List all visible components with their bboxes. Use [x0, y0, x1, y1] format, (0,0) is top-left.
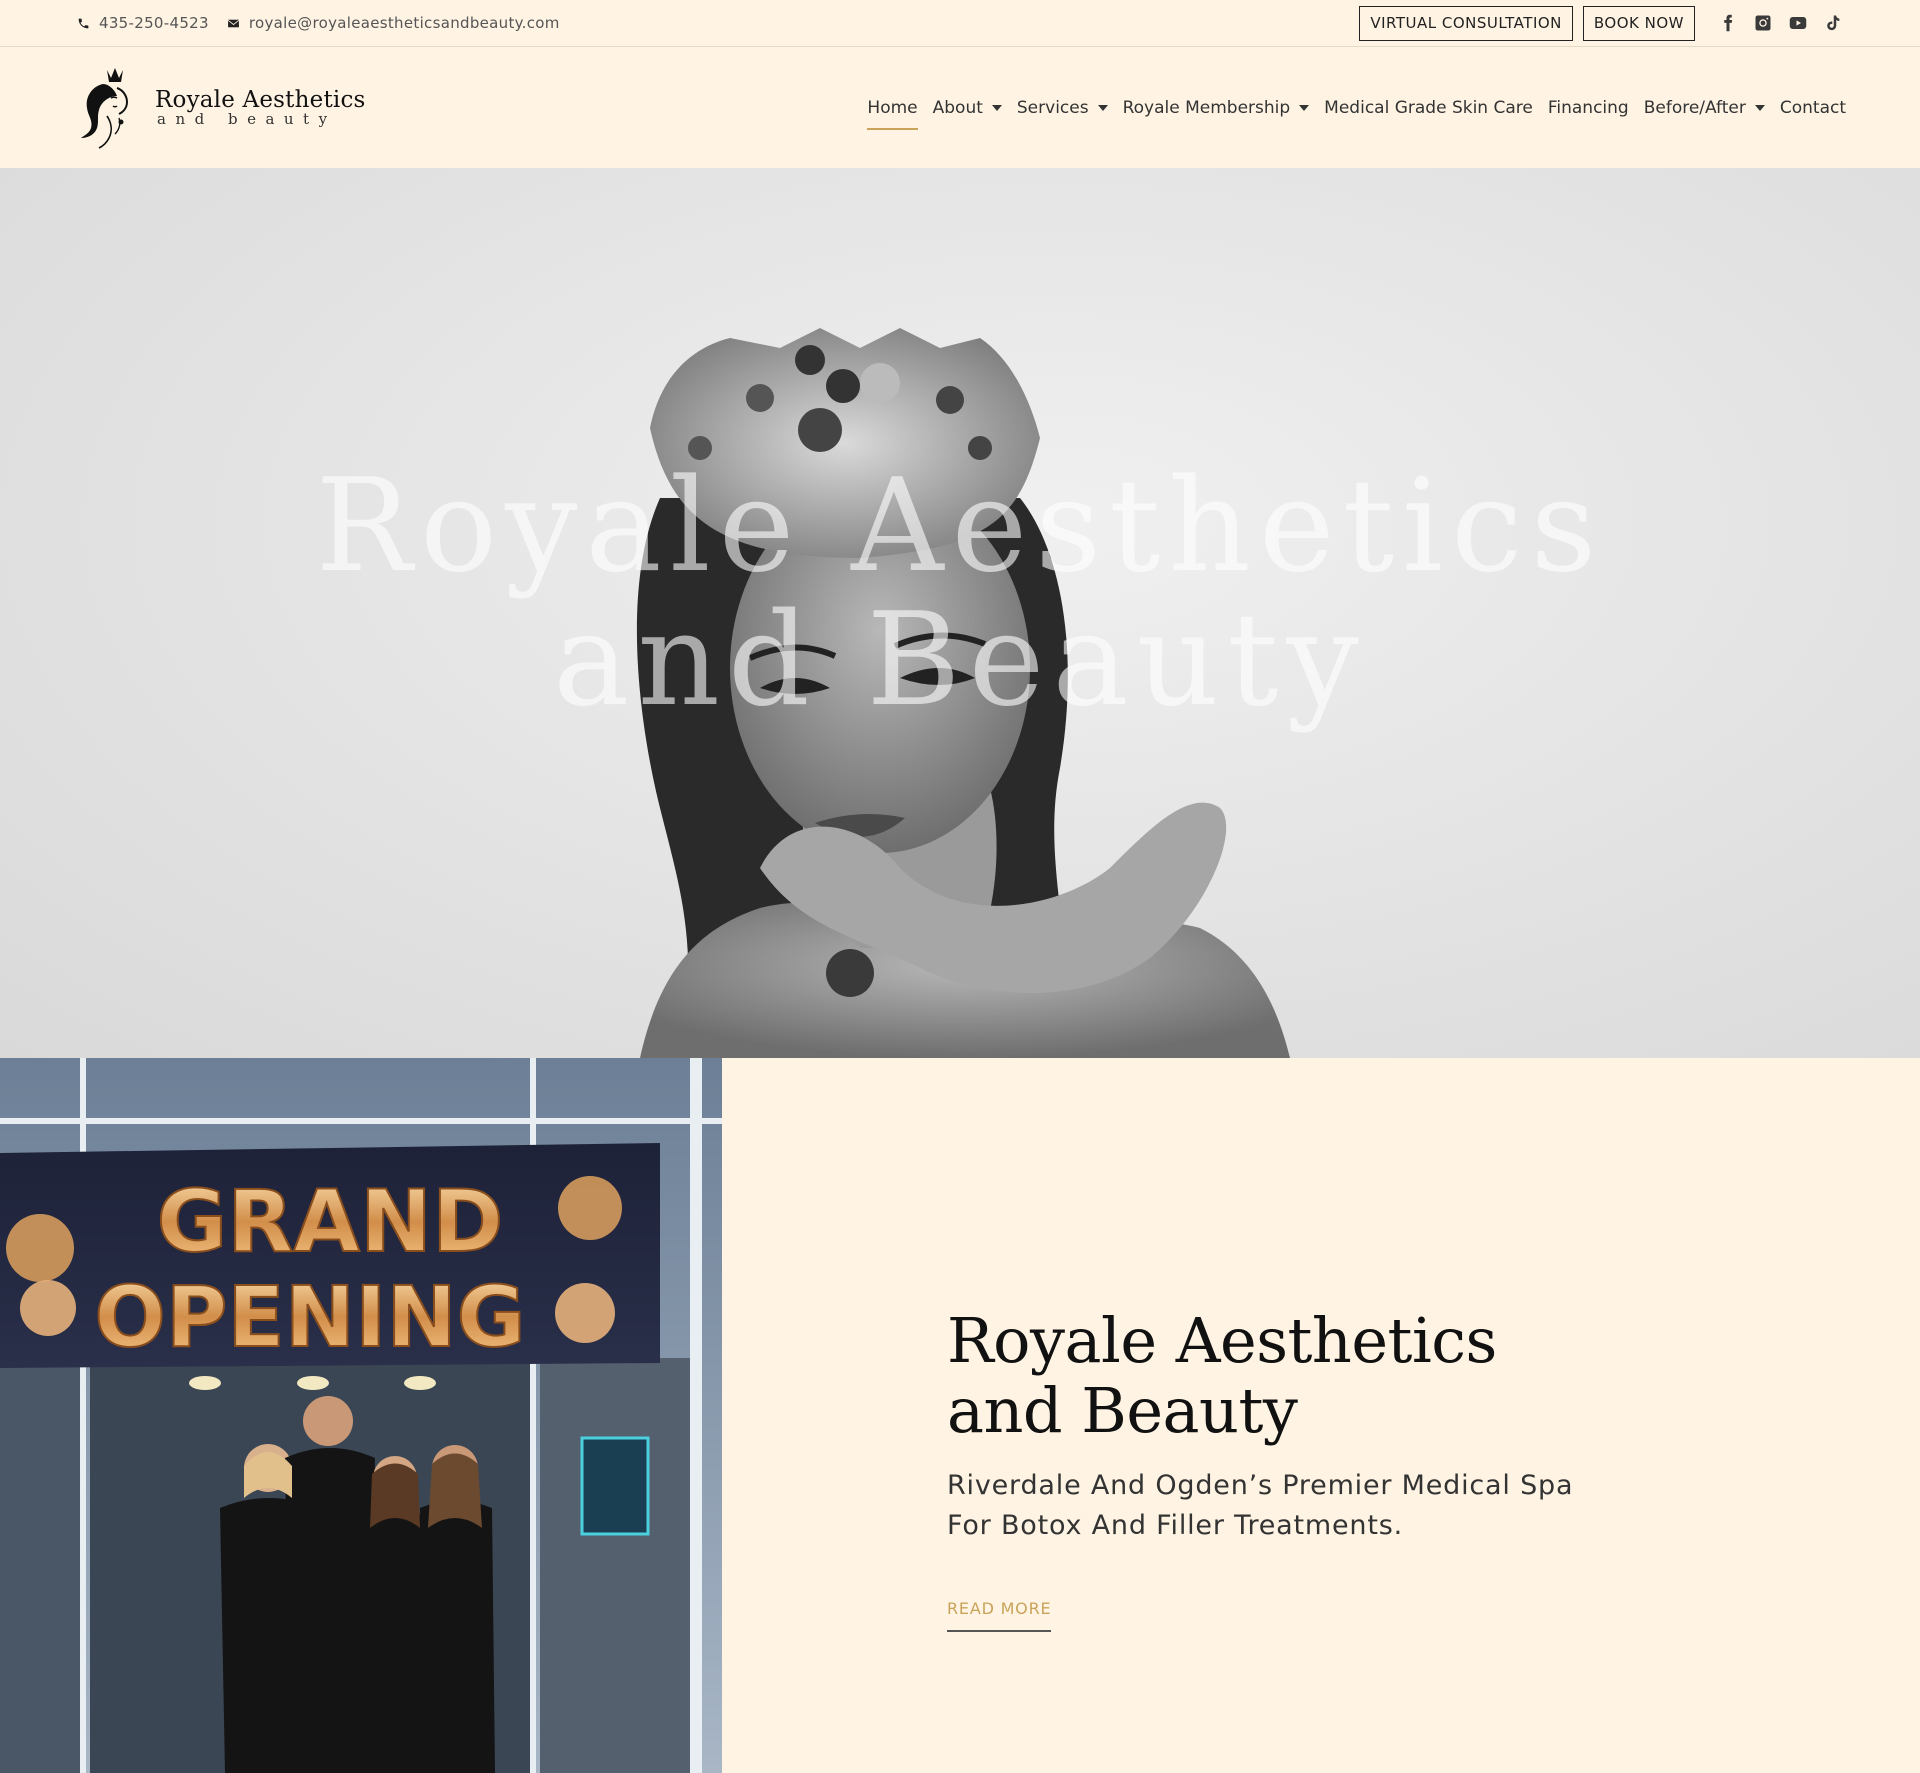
intro-tagline: Riverdale And Ogden’s Premier Medical Sp…: [947, 1470, 1574, 1541]
site-header: Royale Aesthetics and beauty Home About …: [0, 47, 1920, 168]
nav-home[interactable]: Home: [867, 90, 918, 130]
contact-info: 435-250-4523 royale@royaleaestheticsandb…: [77, 14, 560, 32]
intro-text-block: Royale Aesthetics and Beauty Riverdale A…: [947, 1306, 1587, 1632]
hero-title-line1: Royale Aesthetics: [315, 452, 1605, 601]
top-bar-actions: VIRTUAL CONSULTATION BOOK NOW: [1359, 5, 1843, 41]
virtual-consultation-button[interactable]: VIRTUAL CONSULTATION: [1359, 5, 1573, 41]
nav-label: Contact: [1779, 97, 1846, 118]
tiktok-icon[interactable]: [1822, 13, 1843, 34]
nav-contact[interactable]: Contact: [1780, 90, 1846, 126]
nav-label: Before/After: [1643, 97, 1746, 118]
intro-heading-line2: and Beauty: [947, 1374, 1298, 1447]
caret-down-icon: [1097, 104, 1108, 111]
banner-text-line1: GRAND: [157, 1172, 504, 1272]
book-now-button[interactable]: BOOK NOW: [1582, 5, 1695, 41]
banner-text-line2: OPENING: [94, 1268, 525, 1366]
caret-down-icon: [1754, 104, 1765, 111]
facebook-icon[interactable]: [1717, 13, 1738, 34]
phone-number: 435-250-4523: [99, 14, 209, 32]
hero-banner: Royale Aesthetics and Beauty: [0, 168, 1920, 1058]
read-more-link[interactable]: READ MORE: [947, 1599, 1052, 1632]
nav-label: Medical Grade Skin Care: [1324, 97, 1533, 118]
nav-financing[interactable]: Financing: [1548, 90, 1629, 126]
crowned-woman-logo-icon: [81, 67, 129, 149]
youtube-icon[interactable]: [1787, 13, 1808, 34]
nav-medical-grade-skin-care[interactable]: Medical Grade Skin Care: [1324, 90, 1533, 126]
hero-title-line2: and Beauty: [553, 586, 1367, 735]
nav-label: Services: [1016, 97, 1089, 118]
phone-link[interactable]: 435-250-4523: [77, 14, 209, 32]
site-logo[interactable]: Royale Aesthetics and beauty: [77, 62, 366, 154]
instagram-icon[interactable]: [1752, 13, 1773, 34]
email-link[interactable]: royale@royaleaestheticsandbeauty.com: [227, 14, 560, 32]
nav-about[interactable]: About: [933, 90, 1002, 126]
caret-down-icon: [991, 104, 1002, 111]
intro-heading-line1: Royale Aesthetics: [947, 1304, 1497, 1377]
intro-content: Royale Aesthetics and Beauty Riverdale A…: [722, 1058, 1920, 1773]
intro-section: GRAND OPENING Royale Aesthetics and Beau…: [0, 1058, 1920, 1773]
phone-icon: [78, 18, 89, 28]
intro-heading: Royale Aesthetics and Beauty: [947, 1306, 1587, 1446]
nav-before-after[interactable]: Before/After: [1644, 90, 1765, 126]
email-address: royale@royaleaestheticsandbeauty.com: [248, 14, 560, 32]
nav-label: Financing: [1547, 97, 1629, 118]
nav-royale-membership[interactable]: Royale Membership: [1123, 90, 1310, 126]
envelope-icon: [227, 19, 239, 27]
social-links: [1717, 13, 1843, 34]
nav-label: Royale Membership: [1122, 97, 1291, 118]
logo-text: Royale Aesthetics and beauty: [155, 87, 366, 128]
nav-services[interactable]: Services: [1017, 90, 1108, 126]
grand-opening-photo: GRAND OPENING: [0, 1058, 722, 1773]
hero-title: Royale Aesthetics and Beauty: [0, 460, 1920, 728]
nav-label: About: [932, 97, 983, 118]
main-nav: Home About Services Royale Membership Me…: [867, 90, 1846, 130]
logo-subtitle: and beauty: [157, 110, 337, 128]
team-storefront-image: GRAND OPENING: [0, 1058, 722, 1773]
nav-label: Home: [867, 97, 918, 118]
caret-down-icon: [1299, 104, 1310, 111]
top-bar: 435-250-4523 royale@royaleaestheticsandb…: [0, 0, 1920, 47]
